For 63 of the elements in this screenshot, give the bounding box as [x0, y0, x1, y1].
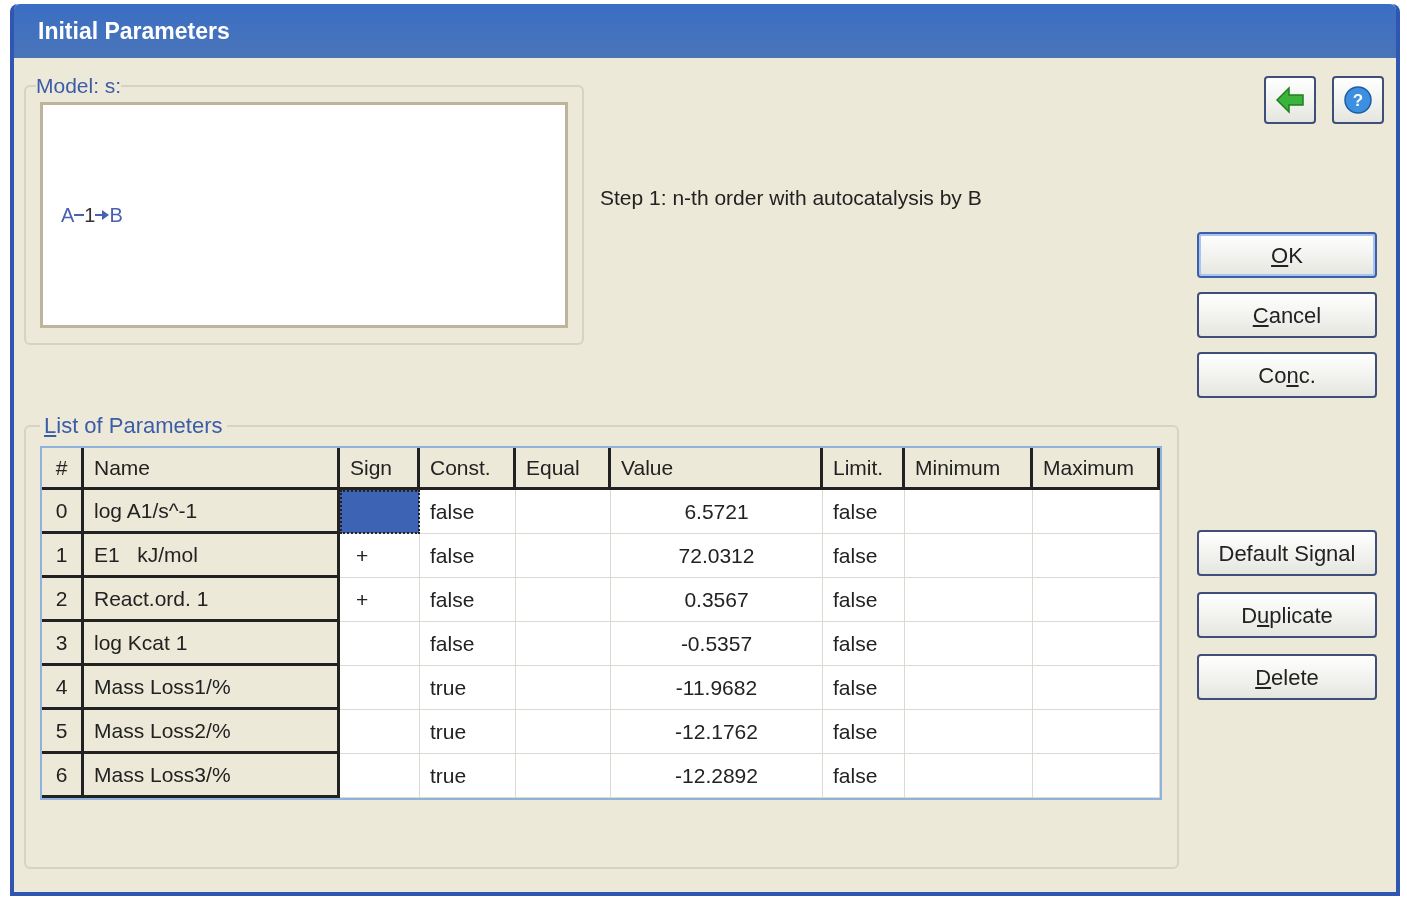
table-cell: -12.1762 [611, 710, 823, 754]
row-header: Mass Loss1/% [84, 666, 340, 710]
column-header[interactable]: Name [84, 448, 340, 490]
row-header: 1 [42, 534, 84, 578]
row-header: E1 kJ/mol [84, 534, 340, 578]
dialog-button[interactable]: Duplicate [1197, 592, 1377, 638]
table-cell: -12.2892 [611, 754, 823, 798]
table-cell: -0.5357 [611, 622, 823, 666]
dialog-button[interactable]: OK [1197, 232, 1377, 278]
dialog-button[interactable]: Cancel [1197, 292, 1377, 338]
table-cell: + [340, 578, 420, 622]
column-header[interactable]: Value [611, 448, 823, 490]
table-cell: false [420, 622, 516, 666]
table-cell: true [420, 666, 516, 710]
column-header[interactable]: Limit. [823, 448, 905, 490]
row-header: Mass Loss3/% [84, 754, 340, 798]
table-cell: 6.5721 [611, 490, 823, 534]
row-header: 4 [42, 666, 84, 710]
table-cell: 0.3567 [611, 578, 823, 622]
row-header: log A1/s^-1 [84, 490, 340, 534]
window-title: Initial Parameters [38, 16, 230, 46]
arrow-icon [95, 208, 110, 221]
table-cell: + [340, 534, 420, 578]
column-header[interactable]: Const. [420, 448, 516, 490]
species-label: B [109, 202, 123, 228]
table-cell: false [823, 534, 905, 578]
row-header: 6 [42, 754, 84, 798]
step-description: Step 1: n-th order with autocatalysis by B [600, 186, 982, 209]
table-cell: 72.0312 [611, 534, 823, 578]
table-cell: false [420, 578, 516, 622]
left-arrow-icon [1275, 86, 1305, 114]
table-cell: false [823, 754, 905, 798]
table-cell: true [420, 710, 516, 754]
column-header[interactable]: Minimum [905, 448, 1033, 490]
column-header[interactable]: # [42, 448, 84, 490]
toolbar-button[interactable] [1264, 76, 1316, 124]
row-header: Mass Loss2/% [84, 710, 340, 754]
table-cell: false [823, 578, 905, 622]
table-cell: false [823, 490, 905, 534]
table-cell: -11.9682 [611, 666, 823, 710]
row-header: 2 [42, 578, 84, 622]
column-header[interactable]: Sign [340, 448, 420, 490]
table-cell: false [420, 534, 516, 578]
group-label: Model: s: [36, 73, 122, 99]
row-header: React.ord. 1 [84, 578, 340, 622]
help-icon: ? [1343, 85, 1373, 115]
column-header[interactable]: Equal [516, 448, 611, 490]
step-label: 1 [84, 202, 96, 228]
column-header[interactable]: Maximum [1033, 448, 1160, 490]
row-header: 0 [42, 490, 84, 534]
table-cell: false [420, 490, 516, 534]
dialog-button[interactable]: Delete [1197, 654, 1377, 700]
table-cell: false [823, 622, 905, 666]
group-label: List of Parameters [43, 412, 224, 440]
table-cell: false [823, 666, 905, 710]
row-header: 5 [42, 710, 84, 754]
species-label: A [61, 202, 75, 228]
row-header: log Kcat 1 [84, 622, 340, 666]
dialog-button[interactable]: Default Signal [1197, 530, 1377, 576]
table-cell: true [420, 754, 516, 798]
row-header: 3 [42, 622, 84, 666]
table-cell: false [823, 710, 905, 754]
dialog-button[interactable]: Conc. [1197, 352, 1377, 398]
